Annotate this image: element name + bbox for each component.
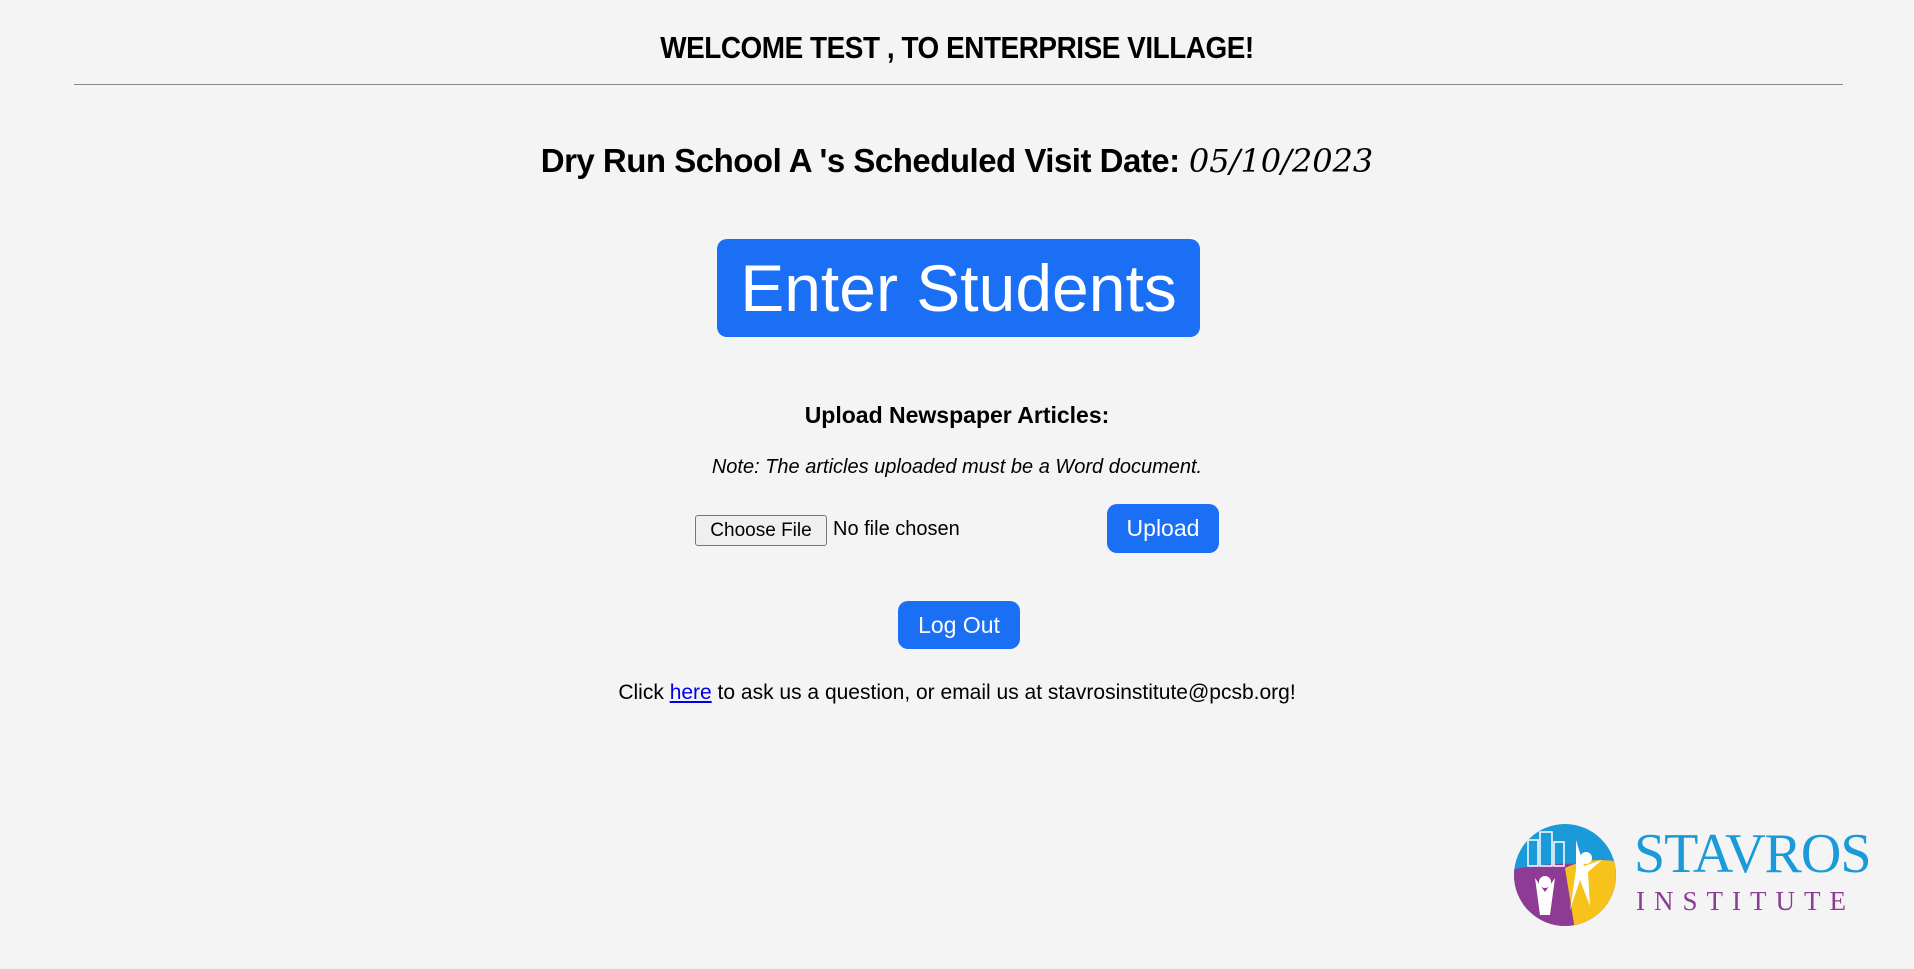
upload-heading: Upload Newspaper Articles: bbox=[804, 402, 1110, 428]
page-title: WELCOME TEST , TO ENTERPRISE VILLAGE! bbox=[660, 30, 1254, 65]
visit-date-value: 05/10/2023 bbox=[1188, 142, 1374, 180]
footer-suffix: to ask us a question, or email us at sta… bbox=[711, 681, 1296, 704]
logo-emblem-icon bbox=[1514, 824, 1616, 926]
logo-name: STAVROS bbox=[1634, 823, 1871, 885]
enter-students-button[interactable]: Enter Students bbox=[717, 239, 1200, 337]
upload-button[interactable]: Upload bbox=[1107, 504, 1219, 553]
logo-subtitle: INSTITUTE bbox=[1636, 886, 1855, 916]
upload-note: Note: The articles uploaded must be a Wo… bbox=[711, 456, 1203, 478]
choose-file-button[interactable]: Choose File bbox=[695, 515, 827, 546]
logout-button[interactable]: Log Out bbox=[898, 601, 1020, 649]
visit-date-line: Dry Run School A 's Scheduled Visit Date… bbox=[0, 142, 1914, 180]
file-status: No file chosen bbox=[833, 518, 960, 540]
footer-prefix: Click bbox=[618, 681, 670, 704]
divider bbox=[74, 84, 1843, 85]
question-link[interactable]: here bbox=[670, 681, 712, 704]
visit-date-label: Dry Run School A 's Scheduled Visit Date… bbox=[540, 142, 1180, 179]
stavros-logo: STAVROS INSTITUTE bbox=[1510, 820, 1890, 932]
footer-text: Click here to ask us a question, or emai… bbox=[0, 681, 1914, 705]
